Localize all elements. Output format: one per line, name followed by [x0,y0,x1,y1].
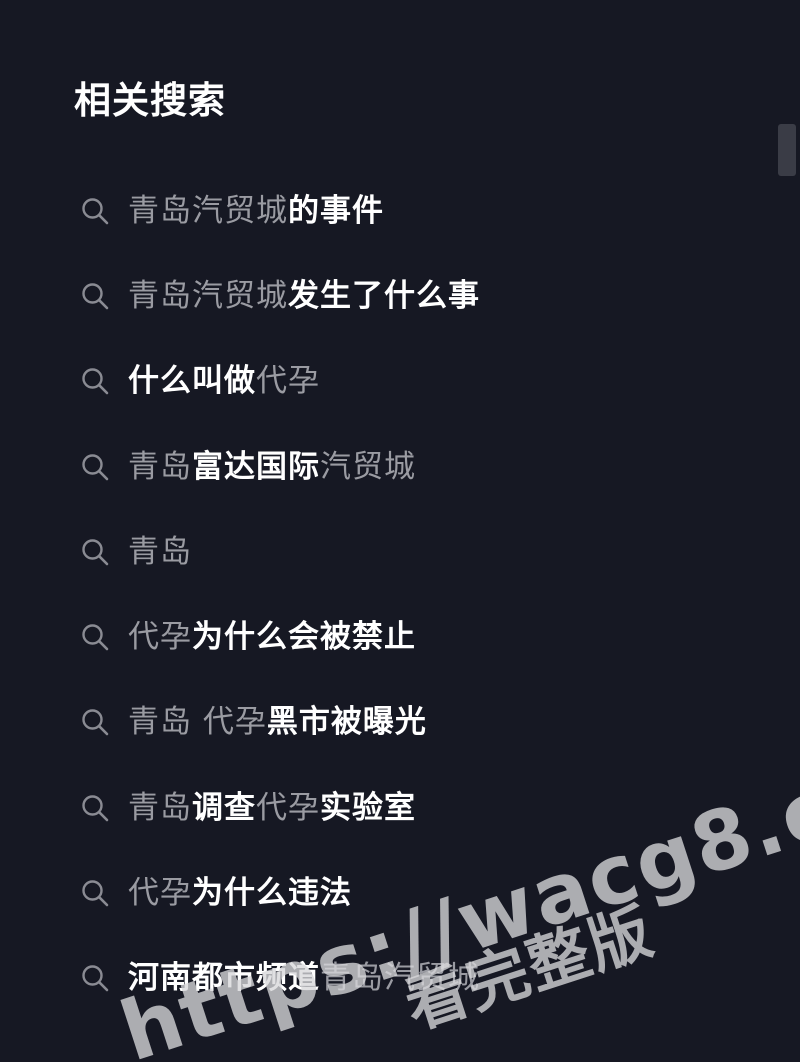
related-search-panel: 相关搜索 青岛汽贸城的事件 青岛汽贸城发生了什么事 什么叫做代孕 青岛富达国际汽贸城青… [0,0,800,1062]
query-keyword-text: 青岛 代孕 [128,704,267,741]
related-search-item[interactable]: 青岛汽贸城的事件 [80,168,480,253]
related-search-text: 青岛富达国际汽贸城 [128,447,416,487]
query-keyword-text: 代孕 [128,875,192,912]
query-keyword-text: 青岛 [128,789,192,826]
search-icon [80,878,110,908]
section-title: 相关搜索 [74,79,226,122]
query-keyword-text: 青岛 [128,448,192,485]
related-search-text: 什么叫做代孕 [128,361,320,401]
query-keyword-text: 代孕 [128,619,192,656]
query-suffix-text: 的事件 [288,192,384,229]
search-icon [80,622,110,652]
related-search-text: 青岛汽贸城发生了什么事 [128,276,480,316]
related-search-text: 河南都市频道青岛汽贸城 [128,958,480,998]
search-icon [80,196,110,226]
related-search-item[interactable]: 青岛汽贸城发生了什么事 [80,253,480,338]
related-search-list: 青岛汽贸城的事件 青岛汽贸城发生了什么事 什么叫做代孕 青岛富达国际汽贸城 青岛 代孕为什… [80,168,480,1021]
query-keyword-text: 汽贸城 [320,448,416,485]
query-suffix-text: 发生了什么事 [288,277,480,314]
related-search-item[interactable]: 青岛 [80,509,480,594]
query-keyword-text: 青岛 [128,533,192,570]
related-search-text: 青岛汽贸城的事件 [128,191,384,231]
related-search-text: 代孕为什么会被禁止 [128,617,416,657]
scrollbar-thumb[interactable] [778,124,796,176]
query-keyword-text: 青岛汽贸城 [128,192,288,229]
related-search-text: 青岛 代孕黑市被曝光 [128,702,427,742]
search-icon [80,537,110,567]
related-search-item[interactable]: 代孕为什么违法 [80,850,480,935]
related-search-text: 代孕为什么违法 [128,873,352,913]
related-search-item[interactable]: 河南都市频道青岛汽贸城 [80,936,480,1021]
query-keyword-text: 代孕 [256,789,320,826]
query-suffix-text: 什么叫做 [128,363,256,400]
related-search-item[interactable]: 青岛调查代孕实验室 [80,765,480,850]
query-suffix-text: 实验室 [320,789,416,826]
related-search-item[interactable]: 代孕为什么会被禁止 [80,594,480,679]
query-suffix-text: 河南都市频道 [128,960,320,997]
search-icon [80,452,110,482]
related-search-text: 青岛调查代孕实验室 [128,788,416,828]
search-icon [80,281,110,311]
query-keyword-text: 青岛汽贸城 [320,960,480,997]
query-suffix-text: 为什么违法 [192,875,352,912]
related-search-item[interactable]: 青岛 代孕黑市被曝光 [80,680,480,765]
query-keyword-text: 青岛汽贸城 [128,277,288,314]
query-suffix-text: 富达国际 [192,448,320,485]
query-suffix-text: 黑市被曝光 [266,704,427,741]
search-icon [80,366,110,396]
query-suffix-text: 为什么会被禁止 [192,619,416,656]
search-icon [80,793,110,823]
related-search-text: 青岛 [128,532,192,572]
query-suffix-text: 调查 [192,789,256,826]
related-search-item[interactable]: 青岛富达国际汽贸城 [80,424,480,509]
search-icon [80,707,110,737]
related-search-item[interactable]: 什么叫做代孕 [80,339,480,424]
query-keyword-text: 代孕 [256,363,320,400]
search-icon [80,963,110,993]
